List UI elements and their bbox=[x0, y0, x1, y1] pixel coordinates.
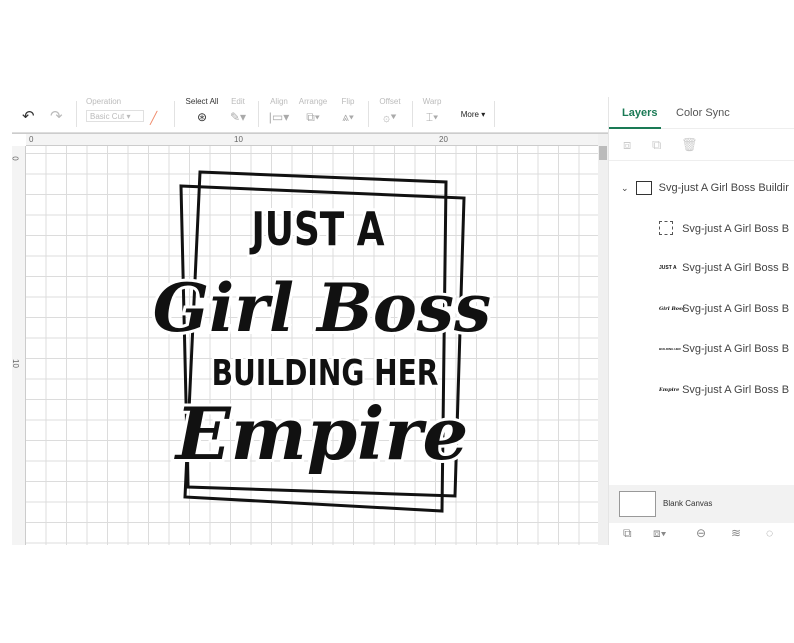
edit-button[interactable]: Edit ✎▾ bbox=[226, 97, 250, 124]
toolbar: ↶ ↷ Operation Basic Cut ▾ ╱ Select All ⊛ … bbox=[12, 97, 608, 133]
panel-bottom-actions: ⧉ ⧈▾ ⊖ ≋ ◌ bbox=[609, 523, 794, 545]
slice-icon[interactable]: ⧉ bbox=[623, 526, 632, 541]
layer-item[interactable]: Girl Boss Svg-just A Girl Boss B bbox=[659, 303, 789, 315]
align-button[interactable]: Align |▭▾ bbox=[266, 97, 292, 124]
operation-value: Basic Cut bbox=[90, 112, 125, 121]
flatten-icon[interactable]: ≋ bbox=[731, 526, 741, 540]
more-button[interactable]: More ▾ bbox=[456, 110, 490, 119]
select-all-label: Select All bbox=[185, 97, 219, 106]
pencil-icon: ✎▾ bbox=[229, 110, 247, 124]
layer-name: Svg-just A Girl Boss B bbox=[682, 384, 790, 396]
offset-button[interactable]: Offset ۞▾ bbox=[376, 97, 404, 124]
layer-item[interactable]: JUST A Svg-just A Girl Boss B bbox=[659, 262, 789, 274]
blade-color-icon[interactable]: ╱ bbox=[150, 111, 157, 125]
operation-select[interactable]: Basic Cut ▾ bbox=[86, 110, 144, 122]
layer-name: Svg-just A Girl Boss B bbox=[682, 343, 790, 355]
divider bbox=[494, 101, 495, 127]
divider bbox=[412, 101, 413, 127]
design-text-just-a: JUST A bbox=[249, 203, 385, 257]
undo-icon[interactable]: ↶ bbox=[22, 107, 35, 125]
attach-icon[interactable]: ⊖ bbox=[696, 526, 706, 540]
group-icon[interactable]: ⧈ bbox=[623, 137, 631, 153]
layer-thumbnail-icon bbox=[659, 221, 679, 237]
flip-label: Flip bbox=[341, 97, 355, 106]
design-artwork[interactable]: JUST A Girl Boss BUILDING HER Empire bbox=[12, 134, 598, 545]
design-text-building-her: BUILDING HER bbox=[212, 352, 439, 394]
select-all-icon: ⊛ bbox=[196, 110, 208, 124]
offset-label: Offset bbox=[379, 97, 401, 106]
tab-color-sync[interactable]: Color Sync bbox=[676, 107, 730, 119]
design-text-empire: Empire bbox=[174, 391, 469, 476]
flip-icon: ⩓▾ bbox=[342, 110, 354, 124]
tab-layers[interactable]: Layers bbox=[622, 107, 657, 119]
divider bbox=[368, 101, 369, 127]
offset-icon: ۞▾ bbox=[382, 110, 398, 124]
select-all-button[interactable]: Select All ⊛ bbox=[182, 97, 222, 124]
operation-control[interactable]: Operation Basic Cut ▾ ╱ bbox=[86, 97, 157, 125]
layer-thumbnail: JUST A bbox=[659, 265, 677, 272]
layer-name: Svg-just A Girl Boss Buildir bbox=[658, 181, 789, 194]
duplicate-icon[interactable]: ⧉ bbox=[652, 137, 661, 153]
flip-button[interactable]: Flip ⩓▾ bbox=[336, 97, 360, 125]
warp-icon: ⌶▾ bbox=[425, 110, 439, 124]
layer-item[interactable]: BUILDING HER Svg-just A Girl Boss B bbox=[659, 343, 789, 355]
divider bbox=[174, 101, 175, 127]
chevron-down-icon[interactable]: ⌄ bbox=[621, 183, 629, 193]
layer-thumbnail: Girl Boss bbox=[659, 306, 685, 313]
contour-icon[interactable]: ◌ bbox=[766, 526, 773, 540]
design-text-girl-boss: Girl Boss bbox=[153, 269, 491, 347]
divider bbox=[76, 101, 77, 127]
arrange-label: Arrange bbox=[298, 97, 328, 106]
panel-tabs: Layers Color Sync bbox=[609, 97, 794, 129]
blank-canvas-layer[interactable]: Blank Canvas bbox=[609, 485, 794, 523]
redo-icon[interactable]: ↷ bbox=[50, 107, 63, 125]
layer-item[interactable]: Svg-just A Girl Boss B bbox=[659, 221, 789, 237]
blank-canvas-label: Blank Canvas bbox=[663, 499, 713, 508]
layer-name: Svg-just A Girl Boss B bbox=[682, 262, 790, 274]
design-canvas[interactable]: 0 10 20 0 10 JUST A Girl Boss BUILDING H… bbox=[12, 133, 608, 545]
trash-icon[interactable]: 🗑 bbox=[681, 137, 698, 153]
operation-label: Operation bbox=[86, 97, 122, 106]
vertical-scrollbar[interactable] bbox=[598, 134, 608, 545]
group-thumbnail-icon bbox=[635, 181, 652, 195]
layer-thumbnail: Empire bbox=[659, 387, 680, 394]
arrange-button[interactable]: Arrange ⧉▾ bbox=[297, 97, 329, 125]
align-icon: |▭▾ bbox=[268, 110, 290, 124]
align-label: Align bbox=[270, 97, 288, 106]
scrollbar-thumb[interactable] bbox=[599, 146, 607, 160]
layers-panel: Layers Color Sync ⧈ ⧉ 🗑 ⌄ Svg-just A Gir… bbox=[608, 97, 794, 545]
layer-thumbnail: BUILDING HER bbox=[659, 347, 681, 352]
layer-name: Svg-just A Girl Boss B bbox=[682, 222, 790, 235]
layer-name: Svg-just A Girl Boss B bbox=[682, 303, 790, 315]
warp-button[interactable]: Warp ⌶▾ bbox=[418, 97, 446, 125]
layer-item[interactable]: Empire Svg-just A Girl Boss B bbox=[659, 384, 789, 396]
warp-label: Warp bbox=[422, 97, 442, 106]
layer-group[interactable]: ⌄ Svg-just A Girl Boss Buildir bbox=[621, 181, 794, 195]
edit-label: Edit bbox=[231, 97, 245, 106]
layer-actions: ⧈ ⧉ 🗑 bbox=[609, 129, 794, 161]
combine-icon[interactable]: ⧈▾ bbox=[653, 526, 667, 541]
arrange-icon: ⧉▾ bbox=[306, 110, 320, 124]
divider bbox=[258, 101, 259, 127]
blank-canvas-swatch bbox=[619, 491, 656, 517]
